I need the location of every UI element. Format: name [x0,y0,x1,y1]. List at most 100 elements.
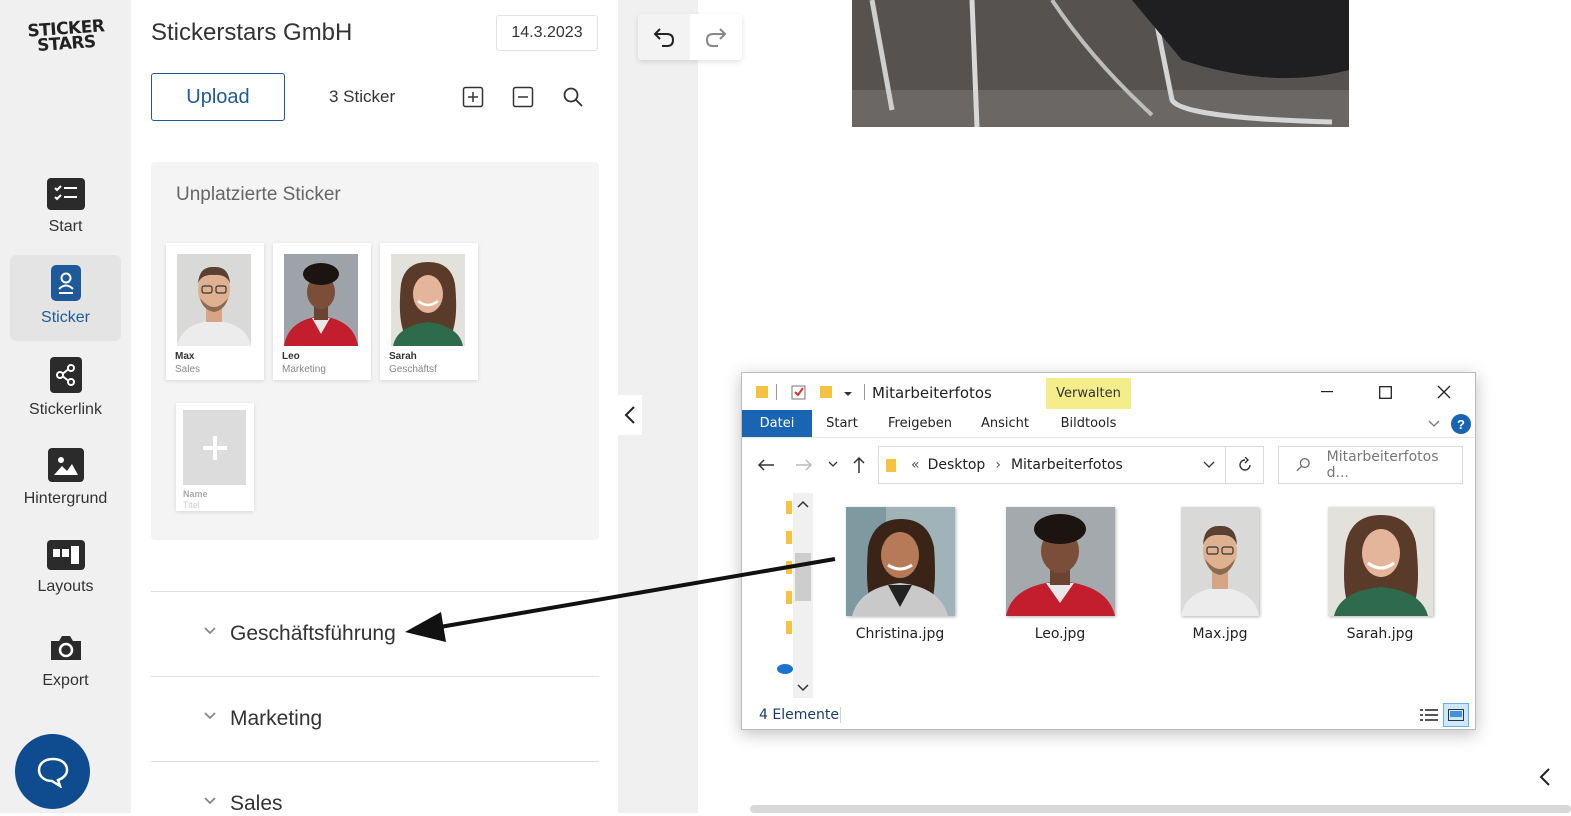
window-title: Mitarbeiterfotos [872,384,992,402]
forward-arrow-icon[interactable] [794,458,814,472]
up-arrow-icon[interactable] [852,456,866,474]
quick-access-toolbar-icons [756,384,865,400]
zoom-in-icon[interactable] [460,84,486,110]
sticker-role: Geschäftsf [389,364,437,375]
sticker-name: Max [175,351,195,362]
recent-locations-icon[interactable] [828,461,838,469]
checklist-icon [46,178,85,210]
share-icon [49,357,82,393]
file-item[interactable]: Christina.jpg [840,507,960,642]
zoom-out-icon[interactable] [510,84,536,110]
tab-bildtools[interactable]: Bildtools [1046,410,1131,437]
minimize-button[interactable] [1304,379,1350,405]
file-item[interactable]: Max.jpg [1160,507,1280,642]
sticker-photo [284,254,358,346]
sticker-count: 3 Sticker [329,87,396,106]
date-field[interactable]: 14.3.2023 [496,15,598,51]
expand-ribbon-icon[interactable] [1427,419,1441,429]
placeholder-name: Name [183,489,208,499]
breadcrumb-desktop[interactable]: Desktop [928,457,986,473]
horizontal-scrollbar[interactable] [750,805,1571,813]
search-icon[interactable] [560,84,586,110]
rail-item-export[interactable]: Export [10,622,121,708]
status-separator [840,707,841,723]
refresh-icon [1238,457,1251,471]
maximize-button[interactable] [1362,379,1408,405]
group-row-geschaeftsfuehrung[interactable]: Geschäftsführung [151,591,599,676]
breadcrumb-separator: › [995,457,1001,473]
file-explorer-window: Mitarbeiterfotos Verwalten Datei Start F… [741,372,1476,730]
maximize-icon [1378,385,1392,399]
chevron-left-icon [624,406,635,424]
refresh-button[interactable] [1226,446,1264,484]
search-icon [1296,458,1310,472]
rail-item-sticker[interactable]: Sticker [10,255,121,341]
background-photo [852,0,1349,127]
sticker-card[interactable]: Sarah Geschäftsf [380,243,478,380]
tree-scrollbar[interactable] [793,493,813,698]
scroll-down-icon[interactable] [797,684,809,692]
group-row-sales[interactable]: Sales [151,761,599,815]
collapse-panel-button[interactable] [618,395,642,435]
camera-icon [47,632,85,664]
file-thumbnail [845,507,955,616]
details-view-icon [1420,709,1438,721]
undo-button[interactable] [638,14,690,60]
chevron-down-icon[interactable] [1203,461,1215,469]
sticker-card[interactable]: Max Sales [166,243,264,380]
chevron-down-icon [204,712,216,720]
ribbon-tabs: Datei Start Freigeben Ansicht Bildtools … [742,410,1475,438]
large-icons-view-icon [1448,709,1464,721]
chat-button[interactable] [15,734,90,809]
rail-item-start[interactable]: Start [10,168,121,254]
tab-datei[interactable]: Datei [742,410,812,437]
close-button[interactable] [1421,379,1467,405]
navigation-bar: « Desktop › Mitarbeiterfotos Mitarbeiter… [742,439,1475,489]
details-view-button[interactable] [1416,703,1442,727]
context-tab-verwalten[interactable]: Verwalten [1046,378,1131,409]
explorer-search-input[interactable]: Mitarbeiterfotos d... [1278,446,1463,484]
chevron-down-icon [204,627,216,635]
file-name: Sarah.jpg [1346,626,1414,642]
sticker-name: Leo [282,351,300,362]
large-icons-view-button[interactable] [1443,703,1469,727]
file-name: Christina.jpg [855,626,945,642]
help-button[interactable]: ? [1451,414,1471,434]
redo-button[interactable] [690,14,742,60]
address-bar[interactable]: « Desktop › Mitarbeiterfotos [878,446,1226,484]
explorer-titlebar[interactable]: Mitarbeiterfotos Verwalten [742,373,1475,409]
tab-freigeben[interactable]: Freigeben [882,410,958,437]
unplaced-title: Unplatzierte Sticker [176,184,341,205]
file-item[interactable]: Sarah.jpg [1320,507,1440,642]
sticker-card[interactable]: Leo Marketing [273,243,371,380]
badge-icon [50,265,81,301]
file-thumbnail [1327,507,1433,616]
scroll-up-icon[interactable] [797,500,809,508]
sticker-role: Marketing [282,364,326,375]
breadcrumb-mitarbeiterfotos[interactable]: Mitarbeiterfotos [1011,457,1123,473]
back-arrow-icon[interactable] [756,458,776,472]
minimize-icon [1321,391,1333,393]
image-icon [47,448,84,482]
file-thumbnail [1005,507,1115,616]
expand-right-panel-button[interactable] [1518,752,1571,802]
scroll-thumb[interactable] [795,553,811,601]
add-sticker-placeholder[interactable]: Name Titel [176,403,254,511]
rail-item-stickerlink[interactable]: Stickerlink [10,347,121,433]
group-row-marketing[interactable]: Marketing [151,676,599,761]
sticker-name: Sarah [389,351,417,362]
file-thumbnail [1181,507,1259,616]
rail-item-layouts[interactable]: Layouts [10,530,121,616]
tab-start[interactable]: Start [820,410,864,437]
rail-item-hintergrund[interactable]: Hintergrund [10,438,121,524]
company-title: Stickerstars GmbH [151,19,353,46]
tab-ansicht[interactable]: Ansicht [974,410,1036,437]
chevron-left-icon [1539,768,1550,786]
file-item[interactable]: Leo.jpg [1000,507,1120,642]
undo-icon [653,28,675,47]
item-count: 4 Elemente [759,707,839,723]
redo-icon [705,28,727,47]
stickerstars-logo[interactable]: STICKER STARS [27,16,105,56]
sticker-photo [177,254,251,346]
upload-button[interactable]: Upload [151,73,285,121]
